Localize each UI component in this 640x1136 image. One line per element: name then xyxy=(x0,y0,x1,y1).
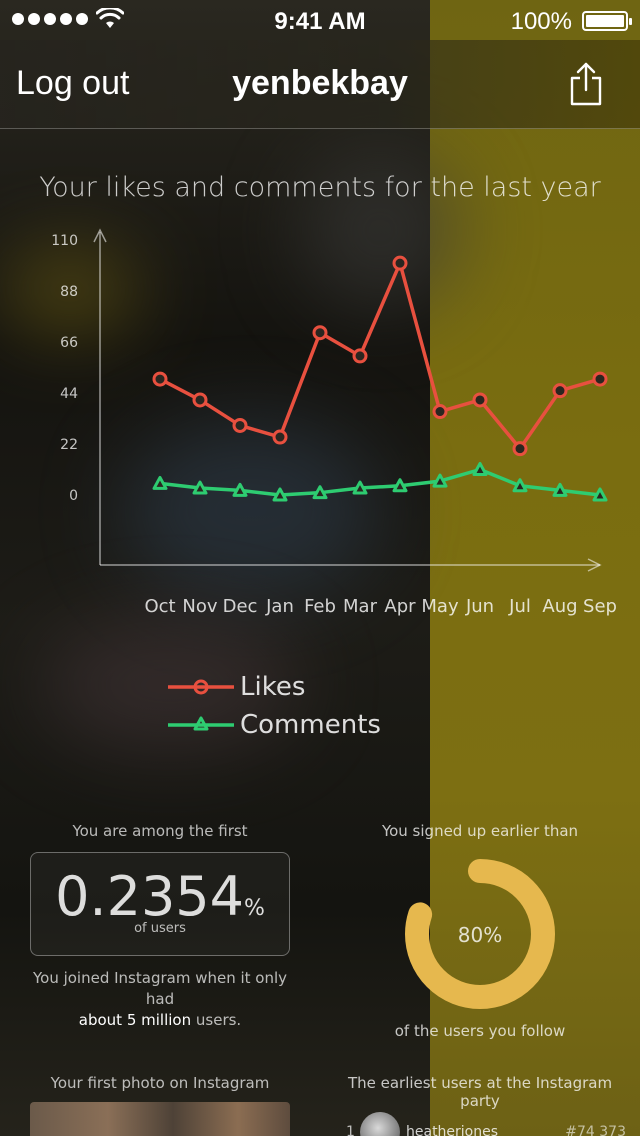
y-tick-label: 66 xyxy=(60,335,78,351)
y-tick-label: 110 xyxy=(51,233,78,249)
data-point-comments xyxy=(312,485,328,500)
first-users-unit: % xyxy=(244,896,265,921)
data-point-likes xyxy=(192,392,208,408)
x-tick-label: Jul xyxy=(508,596,531,617)
first-users-value: 0.2354% xyxy=(31,865,289,928)
note-suffix: users. xyxy=(195,1011,242,1029)
data-point-likes xyxy=(592,371,608,387)
signup-under: of the users you follow xyxy=(394,1022,566,1040)
note-prefix: You joined Instagram when it only had xyxy=(32,969,288,1008)
data-point-comments xyxy=(272,487,288,502)
first-users-sub: of users xyxy=(134,921,186,936)
navigation-bar: Log out yenbekbay xyxy=(0,40,640,129)
x-tick-label: Feb xyxy=(304,596,336,617)
signup-donut-chart: 80% xyxy=(405,859,555,1009)
x-tick-label: Jan xyxy=(265,596,294,617)
share-icon[interactable] xyxy=(566,60,606,108)
chart-legend: Likes Comments xyxy=(168,668,381,744)
user-id: #74 373 xyxy=(565,1124,626,1136)
data-point-likes xyxy=(232,417,248,433)
first-users-caption: You are among the first xyxy=(72,822,248,840)
battery-icon xyxy=(582,11,632,31)
likes-comments-chart: 110 88 66 44 22 0 Oct Nov Dec Jan Feb Mar Apr May Jun J… xyxy=(51,228,617,617)
data-point-comments xyxy=(192,480,208,495)
signup-caption: You signed up earlier than xyxy=(381,822,579,840)
data-point-likes xyxy=(432,404,448,420)
series-line-likes xyxy=(159,261,601,451)
first-photo-caption: Your first photo on Instagram xyxy=(50,1074,270,1092)
list-item[interactable]: 1 heatherjones #74 373 xyxy=(344,1112,634,1136)
note-bold: about 5 million xyxy=(78,1011,192,1029)
x-tick-label: Apr xyxy=(384,596,416,617)
series-line-comments xyxy=(159,467,601,497)
data-point-comments xyxy=(232,482,248,497)
data-point-likes xyxy=(152,371,168,387)
status-bar: 9:41 AM 100% xyxy=(0,0,640,40)
y-tick-label: 44 xyxy=(60,386,78,402)
first-photo[interactable] xyxy=(30,1102,290,1136)
first-users-note: You joined Instagram when it only had ab… xyxy=(30,968,290,1031)
data-point-likes xyxy=(352,348,368,364)
data-point-comments xyxy=(512,478,528,493)
earliest-users-caption: The earliest users at the Instagram part… xyxy=(347,1074,613,1110)
legend-label-likes: Likes xyxy=(240,672,306,702)
x-tick-label: Dec xyxy=(223,596,258,617)
x-tick-label: May xyxy=(421,596,459,617)
first-users-box: 0.2354% of users xyxy=(30,852,290,956)
data-point-likes xyxy=(312,325,328,341)
user-name: heatherjones xyxy=(406,1124,499,1136)
data-point-comments xyxy=(472,462,488,476)
y-tick-label: 22 xyxy=(60,437,78,453)
first-users-stat: You are among the first 0.2354% of users… xyxy=(30,822,290,1031)
data-point-likes xyxy=(512,441,528,457)
x-tick-label: Nov xyxy=(182,596,217,617)
user-rank: 1 xyxy=(346,1124,355,1136)
data-point-likes xyxy=(392,255,408,271)
data-point-likes xyxy=(272,429,288,445)
data-point-comments xyxy=(432,473,448,488)
x-tick-label: Sep xyxy=(583,596,617,617)
legend-label-comments: Comments xyxy=(240,710,381,740)
battery-percent: 100% xyxy=(510,8,572,35)
first-users-number: 0.2354 xyxy=(55,865,245,928)
legend-item-likes: Likes xyxy=(168,668,381,706)
donut-label: 80% xyxy=(458,923,502,947)
x-tick-label: Jun xyxy=(465,596,494,617)
y-tick-label: 0 xyxy=(69,488,78,504)
main-content: Your likes and comments for the last yea… xyxy=(0,0,640,1136)
legend-item-comments: Comments xyxy=(168,706,381,744)
data-point-likes xyxy=(552,383,568,399)
data-point-comments xyxy=(152,475,168,490)
x-tick-label: Oct xyxy=(144,596,175,617)
data-point-comments xyxy=(352,480,368,495)
chart-title: Your likes and comments for the last yea… xyxy=(39,172,601,203)
data-point-likes xyxy=(472,392,488,408)
signup-stat: You signed up earlier than 80% of the us… xyxy=(380,822,580,1040)
x-tick-label: Aug xyxy=(542,596,577,617)
data-point-comments xyxy=(552,482,568,497)
likes-legend-icon xyxy=(168,679,234,695)
data-point-comments xyxy=(392,478,408,493)
y-tick-label: 88 xyxy=(60,284,78,300)
data-point-comments xyxy=(592,487,608,502)
comments-legend-icon xyxy=(168,716,234,731)
page-title: yenbekbay xyxy=(232,64,408,102)
x-tick-label: Mar xyxy=(343,596,378,617)
avatar xyxy=(360,1112,400,1136)
